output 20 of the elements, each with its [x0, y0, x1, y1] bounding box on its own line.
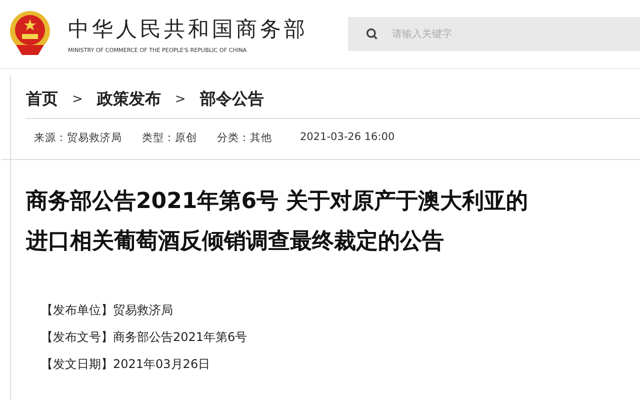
search-field[interactable]: 请输入关键字 — [348, 17, 640, 51]
breadcrumb-separator: > — [72, 92, 83, 107]
meta-text: 类型：原创 — [142, 131, 197, 145]
breadcrumb-link[interactable]: 首页 — [26, 89, 58, 110]
info-value: 2021年03月26日 — [113, 357, 210, 371]
meta-text: 2021-03-26 16:00 — [300, 131, 395, 145]
info-value: 商务部公告2021年第6号 — [113, 330, 248, 344]
info-label: 【发布单位】 — [41, 303, 113, 317]
meta-text: 来源：贸易救济局 — [34, 131, 122, 145]
info-label: 【发布文号】 — [41, 330, 113, 344]
article-title: 进口相关葡萄酒反倾销调查最终裁定的公告 — [26, 228, 445, 256]
breadcrumb-link[interactable]: 政策发布 — [96, 89, 161, 110]
article-title: 商务部公告2021年第6号 关于对原产于澳大利亚的 — [26, 188, 530, 216]
breadcrumb-link[interactable]: 部令公告 — [200, 89, 264, 110]
breadcrumb-separator: > — [174, 92, 186, 107]
meta-text: 分类：其他 — [217, 131, 272, 145]
info-value: 贸易救济局 — [113, 303, 173, 317]
search-icon — [366, 28, 378, 40]
site-name: 中华人民共和国商务部 — [68, 16, 309, 43]
info-label: 【发文日期】 — [41, 357, 113, 371]
